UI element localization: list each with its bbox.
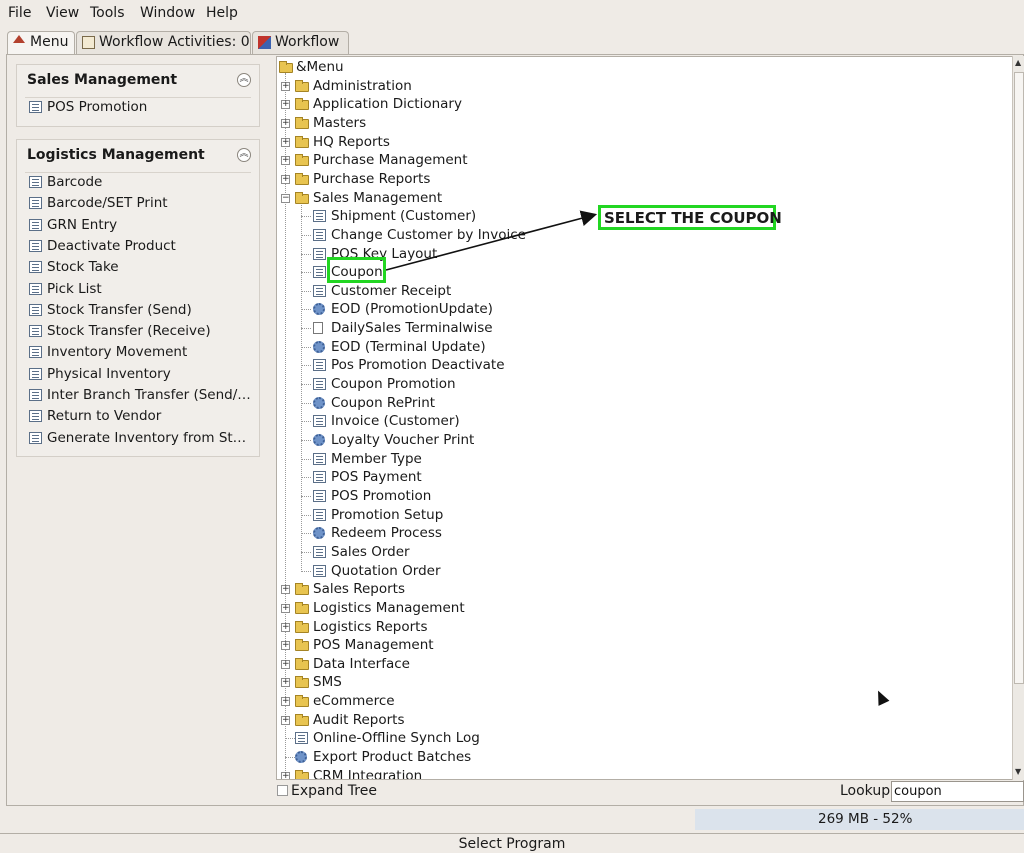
expand-tree-label: Expand Tree: [291, 783, 377, 799]
memory-text: 269 MB - 52%: [818, 811, 913, 827]
memory-indicator[interactable]: 269 MB - 52%: [695, 809, 1024, 830]
annotation-callout: SELECT THE COUPON: [598, 205, 782, 230]
status-bar: Select Program: [0, 833, 1024, 853]
lookup-input[interactable]: [891, 781, 1024, 802]
status-text: Select Program: [458, 836, 566, 852]
coupon-highlight-box: [327, 257, 386, 283]
annotation-arrow: [385, 210, 598, 271]
expand-tree-checkbox[interactable]: [277, 785, 288, 796]
lookup-label: Lookup: [840, 783, 891, 799]
